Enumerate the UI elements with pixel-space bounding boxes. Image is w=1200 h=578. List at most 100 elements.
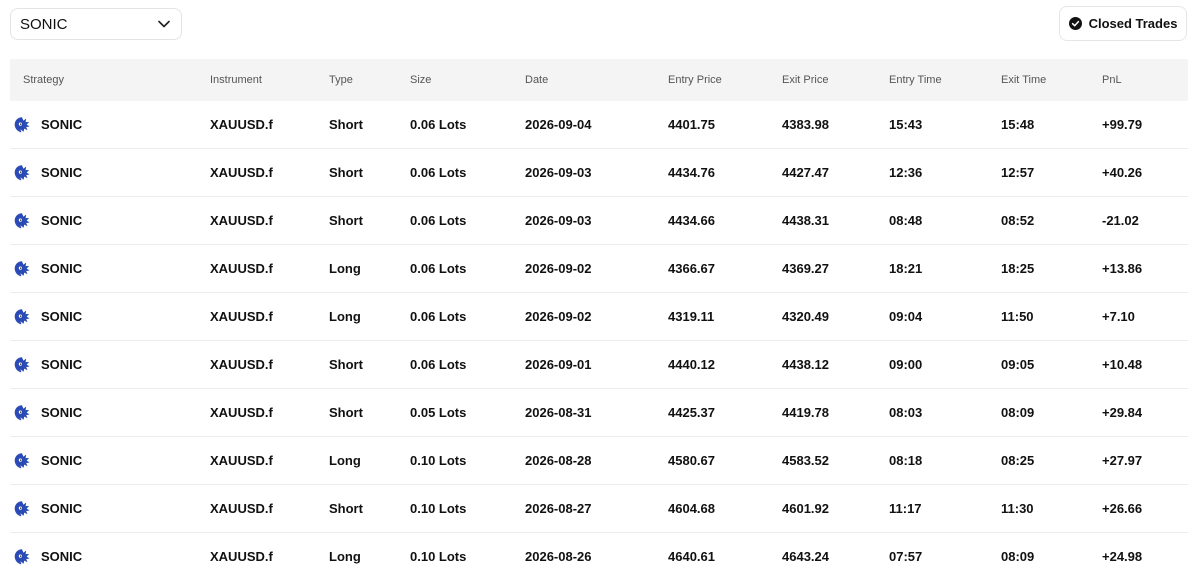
strategy-name: SONIC xyxy=(41,117,83,132)
table-row: SONIC XAUUSD.f Long 0.06 Lots 2026-09-02… xyxy=(10,292,1188,341)
cell-entry-time: 07:57 xyxy=(889,549,923,564)
cell-pnl: -21.02 xyxy=(1102,196,1188,245)
table-row: SONIC XAUUSD.f Short 0.06 Lots 2026-09-0… xyxy=(10,340,1188,389)
cell-exit-time: 11:50 xyxy=(1001,292,1102,341)
cell-type: Short xyxy=(329,148,410,197)
cell-entry-price: 4366.67 xyxy=(668,244,782,293)
cell-type: Long xyxy=(329,436,410,485)
cell-exit-price: 4427.47 xyxy=(782,148,889,197)
cell-exit-time: 08:09 xyxy=(1001,549,1035,564)
cell-type: Short xyxy=(329,484,410,533)
sonic-logo-icon xyxy=(13,404,31,422)
check-circle-icon xyxy=(1068,17,1082,30)
sonic-logo-icon xyxy=(13,500,31,518)
table-row: SONIC XAUUSD.f Short 0.06 Lots 2026-09-0… xyxy=(10,101,1188,149)
trades-table: Strategy Instrument Type Size Date Entry… xyxy=(10,59,1188,578)
cell-type: Short xyxy=(329,340,410,389)
cell-entry-price: 4580.67 xyxy=(668,436,782,485)
closed-trades-page: SONIC Closed Trades Strategy Instrument … xyxy=(0,0,1200,578)
cell-entry-time: 08:48 xyxy=(889,196,1001,245)
cell-instrument: XAUUSD.f xyxy=(210,388,329,437)
cell-exit-time: 08:25 xyxy=(1001,436,1102,485)
cell-instrument: XAUUSD.f xyxy=(210,436,329,485)
cell-date: 2026-09-04 xyxy=(525,101,668,149)
table-row: SONIC XAUUSD.f Short 0.06 Lots 2026-09-0… xyxy=(10,148,1188,197)
cell-date: 2026-09-02 xyxy=(525,244,668,293)
cell-size: 0.10 Lots xyxy=(410,484,525,533)
cell-entry-time: 08:18 xyxy=(889,436,1001,485)
cell-entry-time: 15:43 xyxy=(889,101,1001,149)
strategy-dropdown[interactable]: SONIC xyxy=(10,8,182,40)
cell-date: 2026-08-27 xyxy=(525,484,668,533)
cell-strategy: SONIC xyxy=(10,340,210,389)
cell-exit-price: 4438.12 xyxy=(782,340,889,389)
cell-entry-price: 4440.12 xyxy=(668,340,782,389)
cell-exit-price: 4419.78 xyxy=(782,388,889,437)
table-row: SONIC XAUUSD.f Long 0.06 Lots 2026-09-02… xyxy=(10,244,1188,293)
header-size: Size xyxy=(410,74,432,86)
cell-entry-price: 4319.11 xyxy=(668,292,782,341)
cell-size: 0.05 Lots xyxy=(410,388,525,437)
table-header-row: Strategy Instrument Type Size Date Entry… xyxy=(10,59,1188,101)
cell-instrument: XAUUSD.f xyxy=(210,148,329,197)
cell-instrument: XAUUSD.f xyxy=(210,340,329,389)
strategy-dropdown-value: SONIC xyxy=(20,15,68,33)
cell-instrument: XAUUSD.f xyxy=(210,292,329,341)
cell-entry-time: 18:21 xyxy=(889,244,1001,293)
sonic-logo-icon xyxy=(13,260,31,278)
cell-pnl: +10.48 xyxy=(1102,340,1188,389)
cell-exit-time: 08:09 xyxy=(1001,388,1102,437)
header-type: Type xyxy=(329,74,353,86)
cell-entry-time: 08:03 xyxy=(889,388,1001,437)
cell-pnl: +7.10 xyxy=(1102,292,1188,341)
header-pnl: PnL xyxy=(1102,74,1122,86)
cell-strategy: SONIC xyxy=(10,148,210,197)
cell-pnl: +40.26 xyxy=(1102,148,1188,197)
sonic-logo-icon xyxy=(13,356,31,374)
cell-strategy: SONIC xyxy=(10,196,210,245)
header-exit-price: Exit Price xyxy=(782,74,829,86)
cell-instrument: XAUUSD.f xyxy=(210,484,329,533)
cell-size: 0.06 Lots xyxy=(410,340,525,389)
cell-exit-price: 4583.52 xyxy=(782,436,889,485)
cell-entry-time: 09:00 xyxy=(889,340,1001,389)
cell-exit-price: 4643.24 xyxy=(782,549,829,564)
cell-exit-price: 4320.49 xyxy=(782,292,889,341)
header-date: Date xyxy=(525,74,549,86)
table-row: SONIC XAUUSD.f Short 0.06 Lots 2026-09-0… xyxy=(10,196,1188,245)
cell-date: 2026-09-03 xyxy=(525,148,668,197)
cell-date: 2026-09-03 xyxy=(525,196,668,245)
cell-type: Long xyxy=(329,292,410,341)
table-row: SONIC XAUUSD.f Long 0.10 Lots 2026-08-26… xyxy=(10,533,1188,578)
cell-type: Short xyxy=(329,101,410,149)
cell-size: 0.10 Lots xyxy=(410,436,525,485)
cell-size: 0.10 Lots xyxy=(410,549,467,564)
strategy-name: SONIC xyxy=(41,165,83,180)
cell-exit-price: 4369.27 xyxy=(782,244,889,293)
cell-exit-time: 18:25 xyxy=(1001,244,1102,293)
header-entry-time: Entry Time xyxy=(889,74,942,86)
closed-trades-button[interactable]: Closed Trades xyxy=(1059,6,1187,41)
header-exit-time: Exit Time xyxy=(1001,74,1047,86)
cell-date: 2026-08-26 xyxy=(525,549,592,564)
sonic-logo-icon xyxy=(13,164,31,182)
cell-strategy: SONIC xyxy=(10,244,210,293)
cell-instrument: XAUUSD.f xyxy=(210,244,329,293)
sonic-logo-icon xyxy=(13,212,31,230)
cell-type: Short xyxy=(329,388,410,437)
strategy-name: SONIC xyxy=(41,309,83,324)
cell-strategy: SONIC xyxy=(10,533,210,578)
cell-date: 2026-09-02 xyxy=(525,292,668,341)
cell-pnl: +27.97 xyxy=(1102,436,1188,485)
cell-exit-price: 4438.31 xyxy=(782,196,889,245)
cell-entry-time: 12:36 xyxy=(889,148,1001,197)
cell-date: 2026-08-28 xyxy=(525,436,668,485)
cell-entry-price: 4640.61 xyxy=(668,549,715,564)
chevron-down-icon xyxy=(157,17,171,31)
sonic-logo-icon xyxy=(13,116,31,134)
cell-exit-time: 08:52 xyxy=(1001,196,1102,245)
cell-size: 0.06 Lots xyxy=(410,292,525,341)
strategy-name: SONIC xyxy=(41,405,83,420)
strategy-name: SONIC xyxy=(41,453,83,468)
cell-exit-time: 12:57 xyxy=(1001,148,1102,197)
